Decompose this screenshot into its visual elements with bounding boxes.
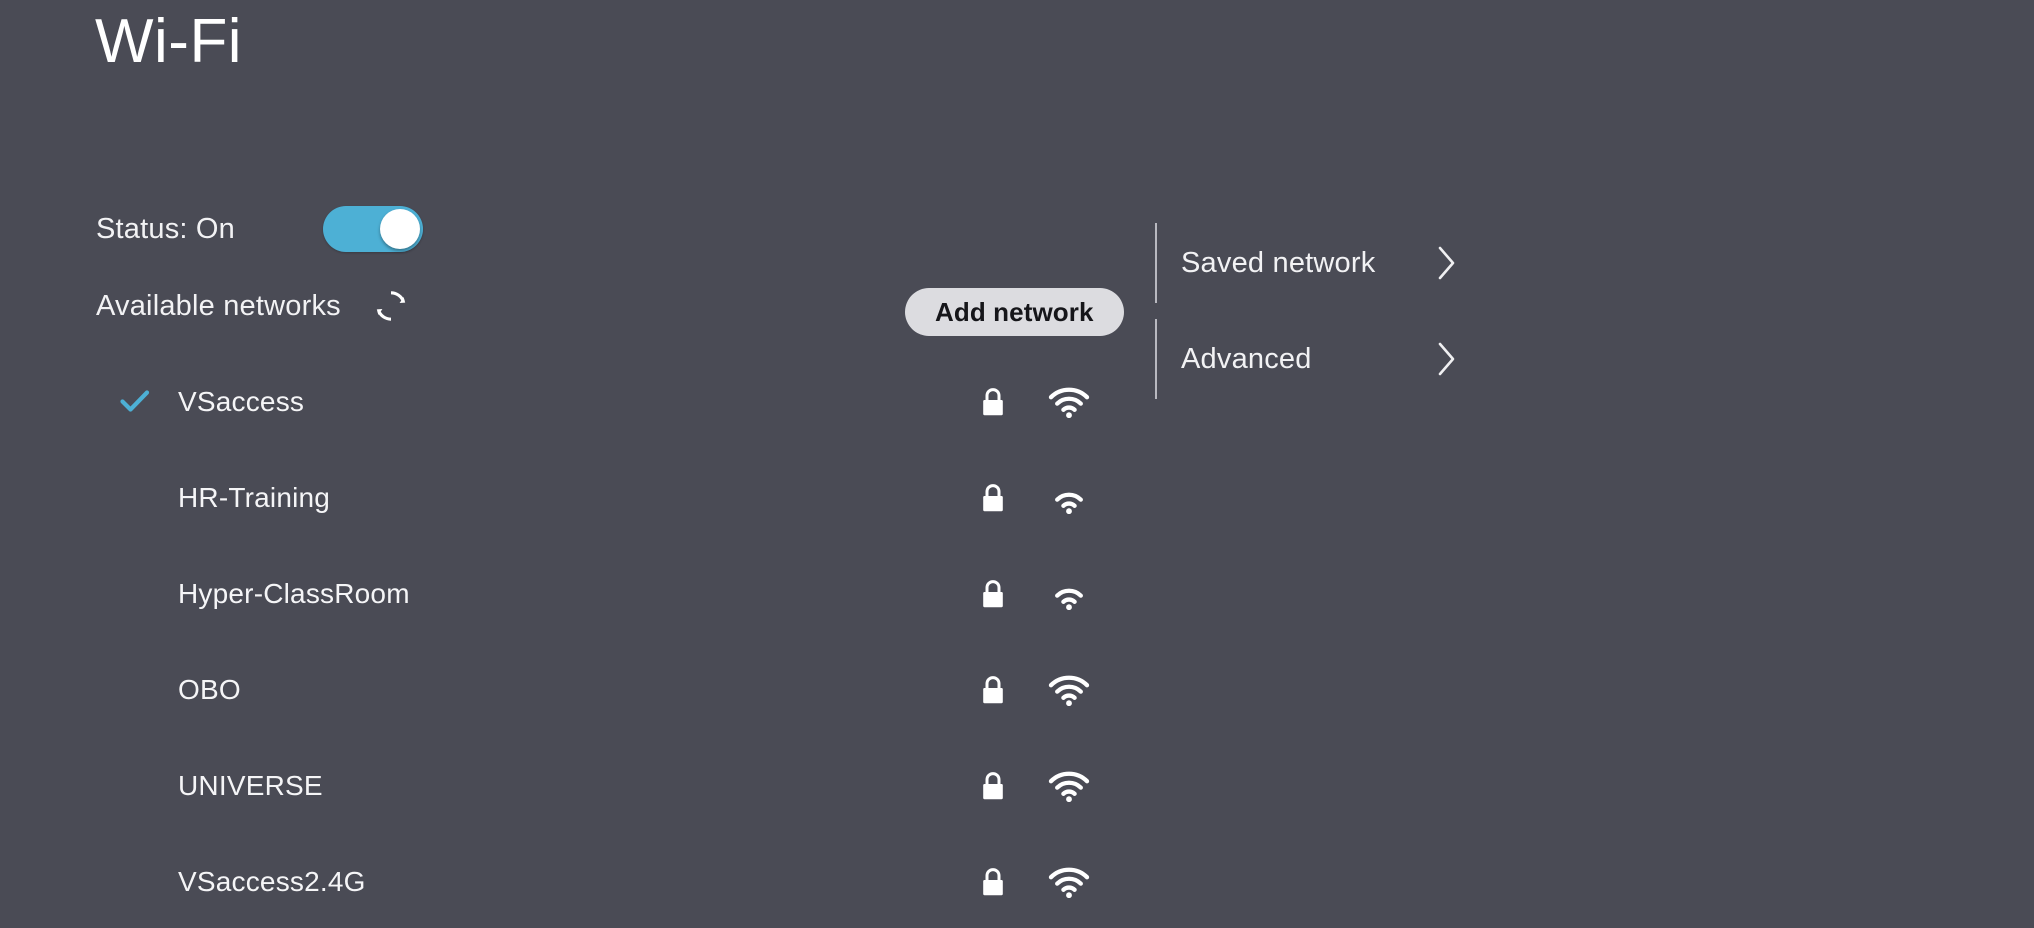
network-name: HR-Training bbox=[178, 482, 331, 513]
vertical-divider bbox=[1155, 319, 1157, 399]
network-row[interactable]: VSaccess bbox=[0, 354, 1150, 450]
network-row[interactable]: Hyper-ClassRoom bbox=[0, 546, 1150, 642]
wifi-icon bbox=[1048, 865, 1090, 899]
chevron-right-icon[interactable] bbox=[1433, 340, 1461, 378]
lock-icon bbox=[978, 865, 1008, 899]
available-networks-label: Available networks bbox=[96, 289, 341, 322]
refresh-icon[interactable] bbox=[371, 286, 411, 326]
network-row[interactable]: VSaccess2.4G bbox=[0, 834, 1150, 928]
network-row[interactable]: OBO bbox=[0, 642, 1150, 738]
right-panel-item[interactable]: Saved network bbox=[1155, 215, 1715, 311]
lock-icon bbox=[978, 481, 1008, 515]
wifi-toggle-knob bbox=[380, 209, 421, 249]
vertical-divider bbox=[1155, 223, 1157, 303]
lock-icon bbox=[978, 385, 1008, 419]
right-panel: Saved network Advanced bbox=[1155, 215, 1715, 407]
wifi-icon bbox=[1048, 481, 1090, 515]
chevron-right-icon[interactable] bbox=[1433, 244, 1461, 282]
lock-icon bbox=[978, 673, 1008, 707]
network-name: VSaccess bbox=[178, 386, 305, 417]
network-name: OBO bbox=[178, 674, 241, 705]
status-row: Status: On bbox=[0, 190, 1150, 268]
lock-icon bbox=[978, 769, 1008, 803]
network-row[interactable]: HR-Training bbox=[0, 450, 1150, 546]
network-name: UNIVERSE bbox=[178, 770, 323, 801]
wifi-icon bbox=[1048, 769, 1090, 803]
right-panel-item[interactable]: Advanced bbox=[1155, 311, 1715, 407]
network-name: Hyper-ClassRoom bbox=[178, 578, 410, 609]
wifi-icon bbox=[1048, 385, 1090, 419]
page-title: Wi-Fi bbox=[95, 7, 243, 76]
connected-check-icon bbox=[120, 387, 150, 417]
wifi-icon bbox=[1048, 673, 1090, 707]
network-list: VSaccess HR-Training Hyper-ClassRoom OBO UNI… bbox=[0, 354, 1150, 928]
status-label: Status: On bbox=[96, 212, 236, 245]
network-name: VSaccess2.4G bbox=[178, 866, 366, 897]
wifi-icon bbox=[1048, 577, 1090, 611]
wifi-toggle[interactable] bbox=[323, 206, 424, 252]
network-row[interactable]: UNIVERSE bbox=[0, 738, 1150, 834]
add-network-button[interactable]: Add network bbox=[905, 288, 1124, 336]
lock-icon bbox=[978, 577, 1008, 611]
right-panel-item-label: Saved network bbox=[1181, 246, 1376, 279]
right-panel-item-label: Advanced bbox=[1181, 342, 1312, 375]
